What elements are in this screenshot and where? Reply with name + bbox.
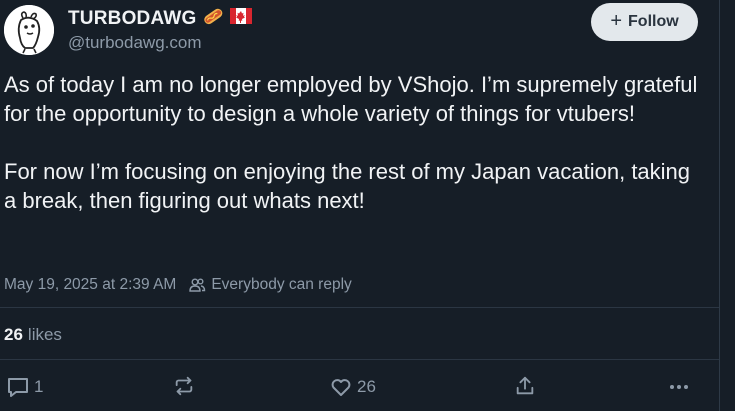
divider [0,359,719,360]
post-text: As of today I am no longer employed by V… [4,72,698,213]
repost-button[interactable] [173,375,199,397]
author-handle[interactable]: @turbodawg.com [68,33,202,53]
more-options-button[interactable] [668,378,690,396]
like-count: 26 [357,377,376,396]
follow-button-label: Follow [628,13,679,30]
reply-setting: Everybody can reply [211,276,352,293]
like-button[interactable]: 26 [329,375,376,399]
likes-stat[interactable]: 26 likes [4,325,62,345]
reply-count: 1 [34,377,44,396]
post-timestamp[interactable]: May 19, 2025 at 2:39 AM [4,276,176,294]
share-icon [514,375,536,397]
people-icon [188,276,206,294]
more-icon [668,378,690,396]
avatar-image [4,5,54,55]
likes-count: 26 [4,325,23,344]
heart-icon [329,375,353,399]
author-display-name[interactable]: TURBODAWG [68,8,196,30]
avatar[interactable] [4,5,54,55]
divider [0,307,719,308]
reply-icon [6,375,30,399]
likes-label: likes [27,325,62,344]
author-name-row: TURBODAWG [68,6,253,31]
canada-flag-icon [230,8,253,29]
repost-icon [173,375,195,397]
plus-icon: + [610,10,623,32]
column-border [719,0,720,411]
post-thread-view: TURBODAWG @turbodawg.com + Follow As of … [0,0,719,411]
reply-button[interactable]: 1 [6,375,43,399]
share-button[interactable] [514,375,536,397]
follow-button[interactable]: + Follow [591,3,698,41]
post-meta: May 19, 2025 at 2:39 AM Everybody can re… [4,276,352,294]
hotdog-icon [202,6,224,31]
